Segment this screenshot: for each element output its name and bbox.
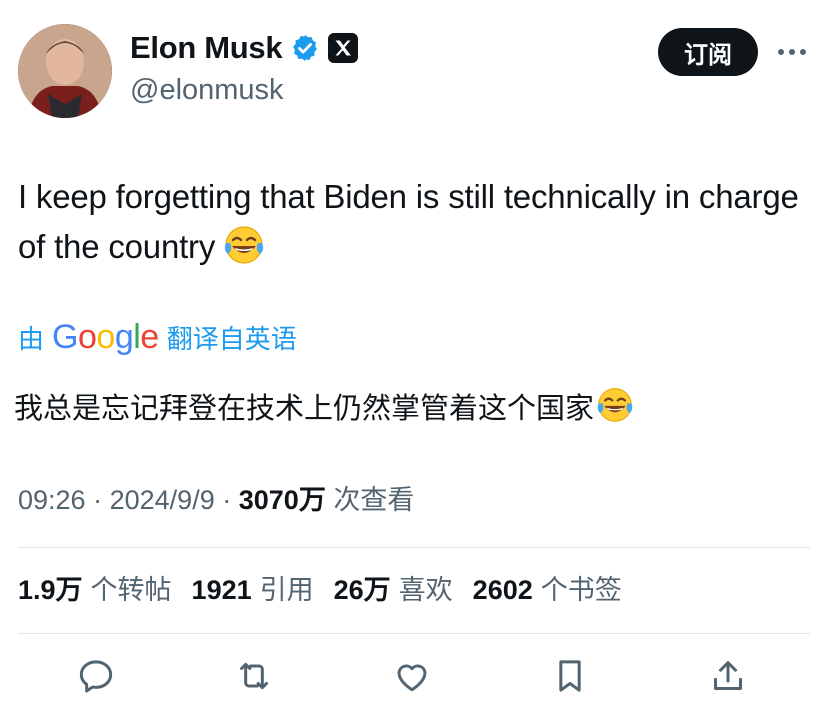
stat-reposts[interactable]: 1.9万 个转帖	[18, 568, 172, 607]
tears-of-joy-emoji-icon	[596, 386, 634, 424]
x-affiliate-icon[interactable]	[328, 33, 359, 63]
translation-prefix: 由	[18, 325, 45, 355]
reposts-label: 个转帖	[90, 575, 172, 606]
meta-separator: ·	[222, 485, 232, 515]
likes-count: 26万	[333, 575, 391, 605]
author-handle[interactable]: @elonmusk	[130, 74, 284, 107]
quotes-count: 1921	[191, 575, 252, 605]
likes-label: 喜欢	[398, 575, 453, 606]
avatar[interactable]	[18, 24, 112, 118]
author-display-name[interactable]: Elon Musk	[130, 30, 283, 66]
author-name-row: Elon Musk	[130, 30, 359, 66]
translation-suffix: 翻译自英语	[166, 325, 297, 355]
stat-bookmarks[interactable]: 2602 个书签	[473, 568, 622, 607]
stat-likes[interactable]: 26万 喜欢	[334, 568, 453, 607]
tweet-body: I keep forgetting that Biden is still te…	[18, 178, 799, 265]
reposts-count: 1.9万	[18, 575, 83, 605]
tweet-text: I keep forgetting that Biden is still te…	[18, 172, 808, 272]
google-logo: Google	[52, 318, 159, 356]
translated-body: 我总是忘记拜登在技术上仍然掌管着这个国家	[14, 391, 595, 425]
meta-separator: ·	[93, 485, 103, 515]
repost-icon[interactable]	[232, 654, 276, 698]
stat-quotes[interactable]: 1921 引用	[192, 568, 314, 607]
divider	[18, 547, 810, 548]
like-icon[interactable]	[390, 654, 434, 698]
more-options-icon[interactable]	[776, 38, 808, 66]
verified-badge-icon[interactable]	[290, 33, 320, 63]
views-count[interactable]: 3070万	[239, 485, 326, 515]
views-label: 次查看	[333, 485, 415, 516]
tweet-date[interactable]: 2024/9/9	[110, 485, 215, 515]
share-icon[interactable]	[706, 654, 750, 698]
reply-icon[interactable]	[74, 654, 118, 698]
tweet-meta: 09:26 · 2024/9/9 · 3070万 次查看	[18, 478, 414, 517]
bookmarks-count: 2602	[472, 575, 533, 605]
translated-text: 我总是忘记拜登在技术上仍然掌管着这个国家	[14, 386, 634, 430]
engagement-stats: 1.9万 个转帖 1921 引用 26万 喜欢 2602 个书签	[18, 568, 622, 607]
quotes-label: 引用	[259, 575, 314, 606]
translation-attribution[interactable]: 由 Google 翻译自英语	[18, 318, 297, 357]
bookmark-icon[interactable]	[548, 654, 592, 698]
bookmarks-label: 个书签	[540, 575, 622, 606]
tweet-time[interactable]: 09:26	[18, 485, 86, 515]
action-bar	[0, 652, 828, 708]
divider	[18, 633, 810, 634]
subscribe-button[interactable]: 订阅	[658, 28, 758, 76]
tears-of-joy-emoji-icon	[223, 224, 265, 266]
